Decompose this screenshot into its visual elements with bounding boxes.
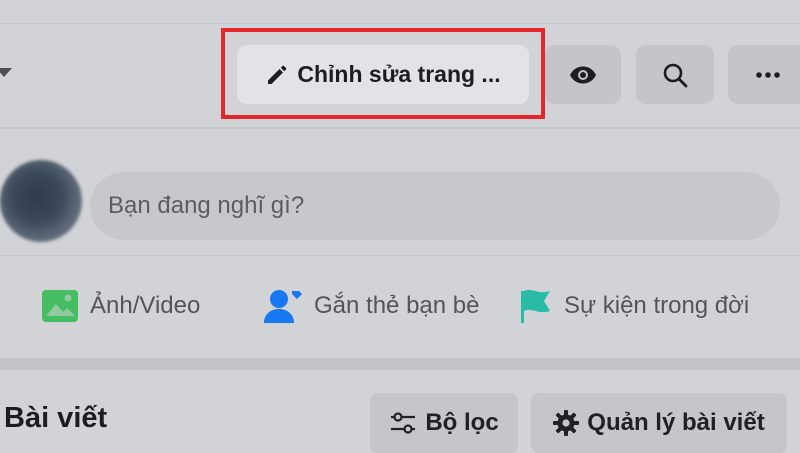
photo-icon — [42, 290, 78, 322]
composer-placeholder: Bạn đang nghĩ gì? — [108, 192, 305, 219]
eye-icon — [570, 66, 596, 83]
life-event-action[interactable]: Sự kiện trong đời — [518, 282, 749, 330]
search-button[interactable] — [636, 45, 714, 104]
more-button[interactable] — [728, 45, 800, 104]
manage-posts-button[interactable]: Quản lý bài viết — [531, 393, 787, 453]
composer-input[interactable]: Bạn đang nghĩ gì? — [90, 172, 780, 240]
section-divider — [0, 358, 800, 370]
more-icon — [756, 71, 780, 78]
filter-icon — [391, 412, 416, 434]
highlight-box — [221, 28, 545, 119]
filter-label: Bộ lọc — [425, 409, 499, 436]
posts-title: Bài viết — [4, 402, 108, 434]
avatar[interactable] — [0, 160, 82, 242]
filter-button[interactable]: Bộ lọc — [370, 393, 518, 453]
photo-video-label: Ảnh/Video — [90, 292, 201, 319]
tag-friends-label: Gắn thẻ bạn bè — [314, 292, 480, 319]
life-event-label: Sự kiện trong đời — [564, 292, 750, 319]
flag-icon — [521, 289, 550, 323]
tag-friends-icon — [264, 290, 302, 323]
view-as-button[interactable] — [545, 45, 621, 104]
header-divider — [0, 127, 800, 129]
search-icon — [663, 63, 688, 87]
manage-posts-label: Quản lý bài viết — [587, 409, 765, 436]
tag-friends-action[interactable]: Gắn thẻ bạn bè — [262, 282, 479, 330]
dropdown-caret-icon[interactable] — [0, 68, 12, 77]
photo-video-action[interactable]: Ảnh/Video — [40, 282, 200, 330]
top-divider — [0, 23, 800, 24]
gear-icon — [553, 410, 580, 436]
composer-divider — [0, 255, 800, 256]
